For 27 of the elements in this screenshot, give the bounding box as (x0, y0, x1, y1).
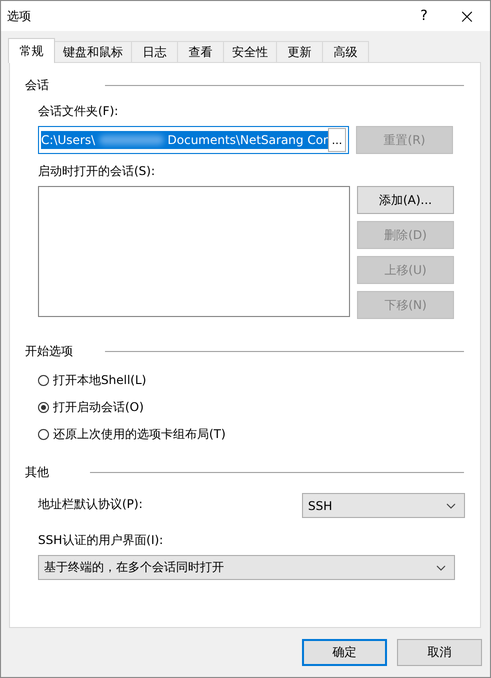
auth-ui-dropdown[interactable]: 基于终端的，在多个会话同时打开 (38, 555, 455, 580)
session-list[interactable] (38, 186, 350, 317)
radio-option[interactable]: 打开启动会话(O) (38, 394, 144, 421)
section-heading: 其他 (25, 464, 50, 481)
tab[interactable]: 常规 (8, 38, 55, 63)
path-text: C:\Users\ (41, 133, 96, 147)
section-heading: 会话 (25, 77, 50, 94)
dialog-button[interactable]: 确定 (302, 639, 387, 666)
path-text: Documents\NetSarang Cor (168, 133, 328, 147)
field-label: 启动时打开的会话(S): (38, 163, 156, 180)
field-label: 会话文件夹(F): (38, 103, 120, 120)
field-label: 地址栏默认协议(P): (38, 496, 143, 513)
chevron-down-icon (436, 564, 446, 570)
dialog-button[interactable]: 取消 (397, 639, 482, 666)
close-button[interactable]: × (444, 4, 490, 28)
browse-button[interactable]: ... (328, 128, 346, 152)
window-title: 选项 (7, 8, 32, 24)
field-label: SSH认证的用户界面(I): (38, 532, 164, 549)
folder-path-field[interactable]: C:\Users\ Documents\NetSarang Cor ... (38, 126, 349, 154)
help-button[interactable]: ? (404, 8, 444, 24)
radio-option[interactable]: 还原上次使用的选项卡组布局(T) (38, 421, 226, 448)
list-button[interactable]: 添加(A)... (357, 186, 454, 214)
protocol-dropdown[interactable]: SSH (302, 493, 465, 518)
chevron-down-icon (446, 502, 456, 508)
radio-option[interactable]: 打开本地Shell(L) (38, 367, 146, 394)
tab[interactable]: 高级 (322, 41, 369, 62)
section-heading: 开始选项 (25, 343, 74, 360)
